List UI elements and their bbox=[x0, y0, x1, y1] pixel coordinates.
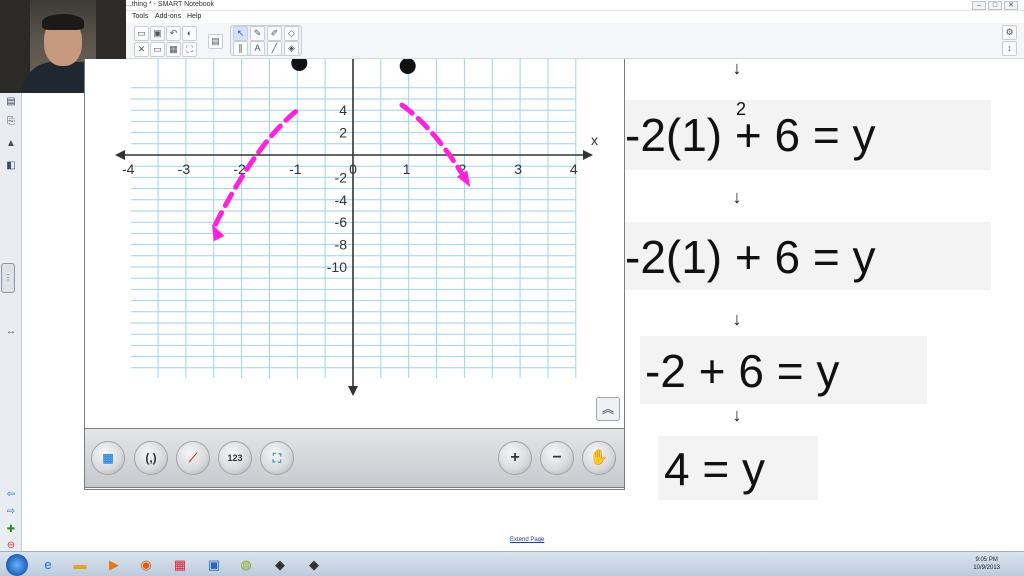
point-marker bbox=[291, 59, 308, 71]
step-arrow-1: ↓ bbox=[732, 58, 742, 78]
sidebar-resize-handle[interactable]: ⋮ bbox=[1, 263, 15, 293]
start-button[interactable] bbox=[6, 554, 28, 576]
settings-gear-icon[interactable]: ⚙ bbox=[1002, 25, 1017, 40]
step-arrow-2: ↓ bbox=[732, 187, 742, 207]
line-button[interactable]: ⟋ bbox=[176, 441, 210, 475]
zoom-in-button[interactable]: + bbox=[498, 441, 532, 475]
ie-icon[interactable]: e bbox=[36, 555, 60, 574]
y-tick-label: -8 bbox=[335, 237, 348, 253]
insert-image-icon[interactable]: ▣ bbox=[150, 26, 165, 41]
window-title: ...thing * - SMART Notebook bbox=[126, 1, 215, 8]
next-page-icon[interactable]: ⇨ bbox=[4, 505, 18, 519]
clock-time: 9:05 PM bbox=[975, 557, 998, 563]
equation-step-2: -2(1) + 6 = y bbox=[625, 231, 876, 283]
office-icon[interactable]: ▦ bbox=[168, 555, 192, 574]
fill-icon[interactable]: ◈ bbox=[284, 41, 299, 56]
document-camera-icon[interactable]: ▤ bbox=[208, 34, 223, 49]
equation-step-3: -2 + 6 = y bbox=[645, 345, 840, 397]
highlighter-icon[interactable]: ∥ bbox=[233, 41, 248, 56]
x-axis-right-arrow bbox=[583, 150, 593, 160]
y-axis-down-arrow bbox=[348, 386, 358, 396]
equation-step-1: -2(1) + 6 = y bbox=[625, 109, 876, 161]
equation-step-1-exponent: 2 bbox=[736, 99, 747, 119]
previous-page-icon[interactable]: ⇦ bbox=[4, 488, 18, 502]
properties-icon[interactable]: ◧ bbox=[4, 159, 18, 173]
line-icon[interactable]: ╱ bbox=[267, 41, 282, 56]
graph-widget[interactable]: -4 -3 -2 -1 0 1 2 3 4 4 2 -2 -4 -6 -8 -10 x bbox=[84, 59, 625, 490]
coordinates-button[interactable]: (,) bbox=[134, 441, 168, 475]
add-page-icon[interactable]: ✚ bbox=[4, 523, 18, 537]
tools-group: ↖ ✎ ✐ ◇ ∥ A ╱ ◈ bbox=[230, 25, 302, 56]
graph-widget-toolbar: ▦ (,) ⟋ 123 ⛶ + − ✋ bbox=[84, 428, 625, 488]
zoom-out-button[interactable]: − bbox=[540, 441, 574, 475]
x-tick-label: 1 bbox=[403, 161, 411, 177]
main-toolbar: ▭ ▣ ↶ ◐ ✕ ▭ ▦ ⛶ ▤ ↖ ✎ ✐ ◇ ∥ A ╱ ◈ ⚙ ↕ bbox=[126, 23, 1024, 59]
grid-button[interactable]: ▦ bbox=[91, 441, 125, 475]
number-line-button[interactable]: 123 bbox=[218, 441, 252, 475]
recorder-icon[interactable]: ◆ bbox=[302, 555, 326, 574]
y-tick-label: -4 bbox=[335, 192, 348, 208]
fit-button[interactable]: ⛶ bbox=[260, 441, 294, 475]
y-tick-label: -2 bbox=[335, 169, 348, 185]
camera-icon[interactable]: ◐ bbox=[182, 26, 197, 41]
clock-date: 10/9/2013 bbox=[973, 565, 1000, 571]
maximize-button[interactable]: □ bbox=[988, 1, 1002, 10]
new-page-icon[interactable]: ▭ bbox=[134, 26, 149, 41]
step-arrow-4: ↓ bbox=[732, 405, 742, 425]
notebook-app-icon[interactable]: ▣ bbox=[202, 555, 226, 574]
page-sorter-icon[interactable]: ▤ bbox=[4, 95, 18, 109]
firefox-icon[interactable]: ◉ bbox=[134, 555, 158, 574]
pan-button[interactable]: ✋ bbox=[582, 441, 616, 475]
windows-taskbar: e ▬ ▶ ◉ ▦ ▣ ◍ ◆ ◆ 9:05 PM 10/9/2013 bbox=[0, 551, 1024, 576]
creative-pen-icon[interactable]: ✐ bbox=[267, 26, 282, 41]
eraser-icon[interactable]: ◇ bbox=[284, 26, 299, 41]
app-root: ...thing * - SMART Notebook – □ ✕ Tools … bbox=[0, 0, 1024, 576]
coordinate-plane[interactable]: -4 -3 -2 -1 0 1 2 3 442-2-4-6-8-10x bbox=[85, 59, 626, 429]
minimize-button[interactable]: – bbox=[972, 1, 986, 10]
title-bar: ...thing * - SMART Notebook – □ ✕ bbox=[0, 0, 1024, 11]
explorer-folder-icon[interactable]: ▬ bbox=[68, 555, 92, 574]
chrome-icon[interactable]: ◍ bbox=[234, 555, 258, 574]
smart-notebook-icon[interactable]: ◆ bbox=[268, 555, 292, 574]
text-icon[interactable]: A bbox=[250, 41, 265, 56]
collapse-button[interactable]: ︽ bbox=[596, 397, 620, 421]
delete-icon[interactable]: ✕ bbox=[134, 42, 149, 57]
point-marker bbox=[399, 59, 416, 74]
media-player-icon[interactable]: ▶ bbox=[102, 555, 126, 574]
undo-icon[interactable]: ↶ bbox=[166, 26, 181, 41]
screen-shade-icon[interactable]: ▭ bbox=[150, 42, 165, 57]
y-tick-label: -6 bbox=[335, 214, 348, 230]
attachments-icon[interactable]: ⎘ bbox=[4, 115, 18, 129]
x-tick-label: 0 bbox=[349, 161, 357, 177]
right-branch bbox=[399, 102, 471, 187]
x-tick-label: 3 bbox=[514, 161, 522, 177]
step-arrow-3: ↓ bbox=[732, 309, 742, 329]
menu-addons[interactable]: Add-ons bbox=[155, 11, 181, 22]
x-tick-label: -4 bbox=[122, 161, 135, 177]
pen-icon[interactable]: ✎ bbox=[250, 26, 265, 41]
side-tab-bar: ▤ ⎘ ▲ ◧ ⋮ ↔ ⇦ ⇨ ✚ ⊖ bbox=[0, 93, 22, 551]
gallery-icon[interactable]: ▲ bbox=[4, 137, 18, 151]
toolbar-move-icon[interactable]: ↕ bbox=[1002, 41, 1017, 56]
left-branch bbox=[211, 109, 299, 231]
left-arrowhead bbox=[211, 224, 225, 242]
y-tick-label: -10 bbox=[327, 259, 347, 275]
close-button[interactable]: ✕ bbox=[1004, 1, 1018, 10]
y-tick-label: 2 bbox=[339, 125, 347, 141]
system-clock[interactable]: 9:05 PM 10/9/2013 bbox=[973, 556, 1000, 572]
x-tick-label: 4 bbox=[570, 161, 578, 177]
menu-help[interactable]: Help bbox=[187, 11, 201, 22]
fullscreen-icon[interactable]: ⛶ bbox=[182, 42, 197, 57]
x-tick-label: -1 bbox=[289, 161, 302, 177]
x-tick-label: -3 bbox=[178, 161, 191, 177]
extend-page-link[interactable]: Extend Page bbox=[510, 537, 544, 543]
y-tick-label: 4 bbox=[339, 102, 347, 118]
table-icon[interactable]: ▦ bbox=[166, 42, 181, 57]
x-axis-label: x bbox=[591, 132, 598, 148]
expand-arrows-icon[interactable]: ↔ bbox=[4, 325, 18, 339]
select-icon[interactable]: ↖ bbox=[233, 26, 248, 41]
menu-tools[interactable]: Tools bbox=[132, 11, 148, 22]
equation-step-4: 4 = y bbox=[664, 443, 766, 495]
x-axis-left-arrow bbox=[115, 150, 125, 160]
